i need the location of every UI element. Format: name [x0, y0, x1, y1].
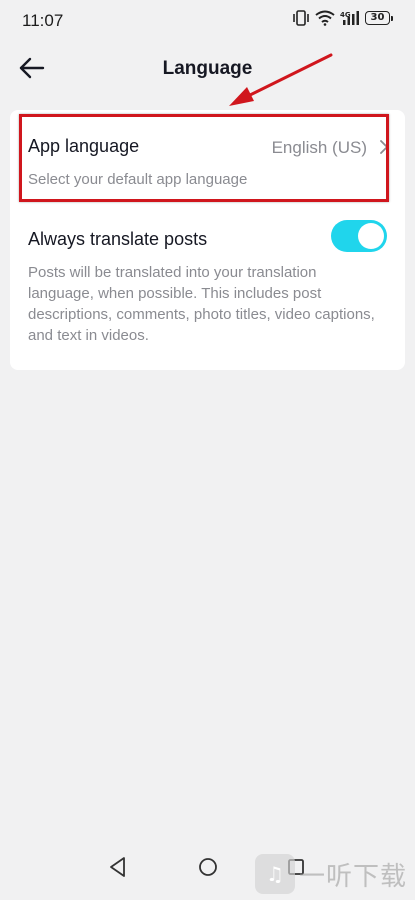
watermark-logo-icon: ♫ — [255, 854, 295, 894]
nav-home-icon[interactable] — [197, 856, 219, 883]
battery-icon: 30 — [365, 11, 393, 25]
always-translate-row: Always translate posts Posts will be tra… — [10, 220, 405, 360]
status-bar: 11:07 4G 30 — [0, 0, 415, 40]
status-icons: 4G 30 — [292, 10, 393, 26]
header: Language — [0, 44, 415, 96]
highlight-box — [19, 114, 389, 202]
watermark-text: 一听下载 — [299, 861, 408, 892]
nav-back-icon[interactable] — [108, 856, 128, 883]
watermark: ♫ 一听下载 — [255, 848, 415, 900]
battery-level: 30 — [365, 11, 390, 25]
always-translate-toggle[interactable] — [331, 220, 387, 252]
status-time: 11:07 — [22, 11, 64, 30]
always-translate-title: Always translate posts — [28, 229, 208, 249]
signal-4g-icon: 4G — [340, 10, 360, 26]
vibrate-icon — [292, 10, 310, 26]
toggle-knob — [358, 223, 384, 249]
always-translate-description: Posts will be translated into your trans… — [28, 264, 375, 344]
page-title: Language — [162, 58, 253, 79]
navigation-bar: ♫ 一听下载 — [0, 844, 415, 900]
wifi-icon — [315, 10, 335, 26]
